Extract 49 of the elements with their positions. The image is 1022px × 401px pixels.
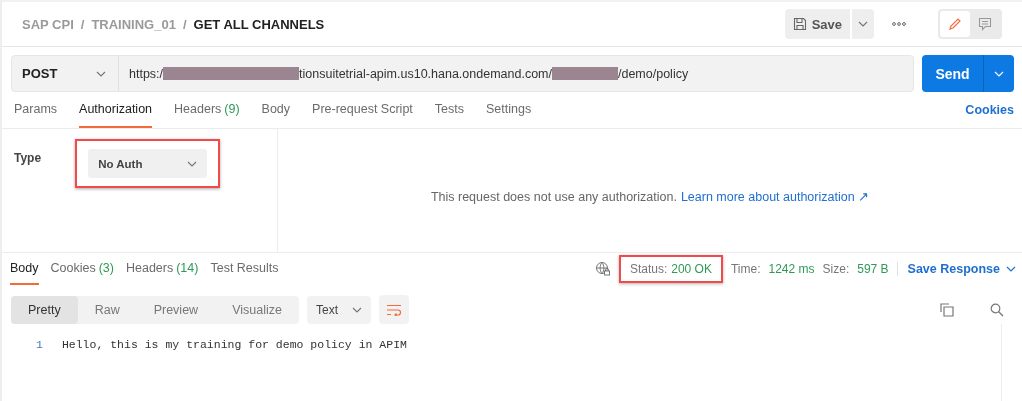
chevron-down-icon <box>858 21 868 27</box>
view-mode-tab[interactable]: Raw <box>77 295 137 324</box>
wrap-lines-button[interactable] <box>378 295 409 324</box>
view-mode-tab[interactable]: Pretty <box>11 295 78 324</box>
request-tab[interactable]: Settings <box>486 92 532 128</box>
request-tab[interactable]: Headers (9) <box>174 92 240 128</box>
save-response-button[interactable]: Save Response <box>896 262 1016 276</box>
breadcrumb-item: GET ALL CHANNELS <box>193 16 325 32</box>
view-mode-tab[interactable]: Visualize <box>215 295 299 324</box>
request-tab[interactable]: Params <box>14 92 58 128</box>
type-label: Type <box>14 151 42 165</box>
response-tab[interactable]: Test Results <box>210 253 279 285</box>
wrap-lines-icon <box>385 303 402 316</box>
response-tab[interactable]: Cookies (3) <box>50 253 114 285</box>
time-value: 1242 ms <box>768 262 815 276</box>
edit-mode-button[interactable] <box>940 11 970 37</box>
status-label: Status: <box>629 262 668 276</box>
size-value: 597 B <box>857 262 889 276</box>
pencil-icon <box>948 17 962 31</box>
learn-more-link[interactable]: Learn more about authorization ↗ <box>680 189 870 204</box>
save-button[interactable]: Save <box>784 9 850 39</box>
breadcrumb-item[interactable]: TRAINING_01 <box>91 16 176 32</box>
chevron-down-icon <box>994 70 1004 77</box>
globe-lock-icon <box>594 261 611 277</box>
save-dropdown-button[interactable] <box>852 9 874 39</box>
size-label: Size: <box>822 262 850 276</box>
breadcrumb-separator: / <box>80 16 85 32</box>
request-tab[interactable]: Body <box>261 92 291 128</box>
response-body-line: Hello, this is my training for demo policy in APIM <box>61 338 407 351</box>
request-tab[interactable]: Authorization <box>79 92 153 128</box>
status-value: 200 OK <box>671 262 712 276</box>
cookies-link[interactable]: Cookies <box>965 103 1014 117</box>
response-tab[interactable]: Body <box>10 253 39 285</box>
response-tab[interactable]: Headers (14) <box>125 253 199 285</box>
format-dropdown[interactable]: Text <box>306 295 371 324</box>
chevron-down-icon <box>351 306 362 313</box>
chevron-down-icon <box>1006 266 1016 272</box>
line-number: 1 <box>36 338 43 351</box>
time-label: Time: <box>730 262 761 276</box>
chevron-down-icon <box>187 160 198 167</box>
speech-bubble-icon <box>978 17 992 31</box>
auth-message: This request does not use any authorization. <box>430 189 677 204</box>
request-tab[interactable]: Tests <box>434 92 464 128</box>
more-icon <box>892 22 906 26</box>
view-mode-tab[interactable]: Preview <box>136 295 216 324</box>
request-tab[interactable]: Pre-request Script <box>312 92 413 128</box>
breadcrumb-item[interactable]: SAP CPI <box>22 16 74 32</box>
auth-type-dropdown[interactable]: No Auth <box>88 149 208 178</box>
breadcrumb-separator: / <box>182 16 187 32</box>
